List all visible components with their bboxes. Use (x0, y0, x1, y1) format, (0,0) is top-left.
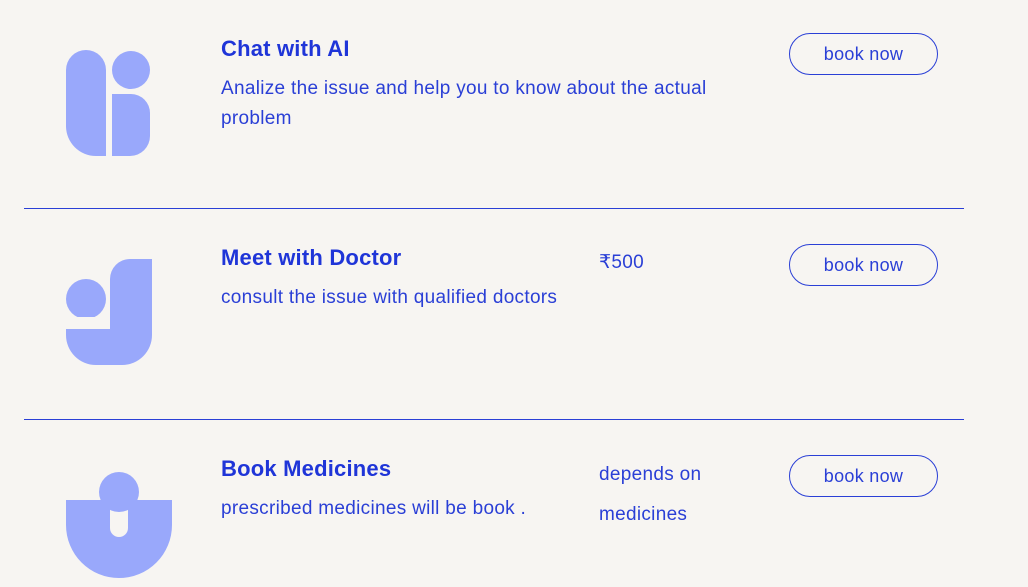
service-price: ₹500 (599, 252, 644, 273)
service-description: consult the issue with qualified doctors (221, 287, 558, 308)
person-cup-logo-icon (66, 472, 172, 578)
book-now-button[interactable]: book now (789, 244, 938, 286)
service-row-book-medicines: Book Medicines prescribed medicines will… (24, 420, 964, 587)
book-now-button[interactable]: book now (789, 455, 938, 497)
service-description: prescribed medicines will be book . (221, 498, 527, 519)
service-description: Analize the issue and help you to know a… (221, 78, 707, 129)
services-list: Chat with AI Analize the issue and help … (0, 0, 1028, 587)
service-title: Meet with Doctor (221, 245, 402, 270)
service-price: depends on medicines (599, 464, 702, 525)
service-row-chat-ai: Chat with AI Analize the issue and help … (24, 0, 964, 209)
j-shape-logo-icon (66, 259, 172, 365)
book-now-button[interactable]: book now (789, 33, 938, 75)
dot-and-columns-logo-icon (66, 50, 172, 156)
service-title: Book Medicines (221, 456, 392, 481)
service-title: Chat with AI (221, 36, 350, 61)
service-row-meet-doctor: Meet with Doctor consult the issue with … (24, 209, 964, 420)
